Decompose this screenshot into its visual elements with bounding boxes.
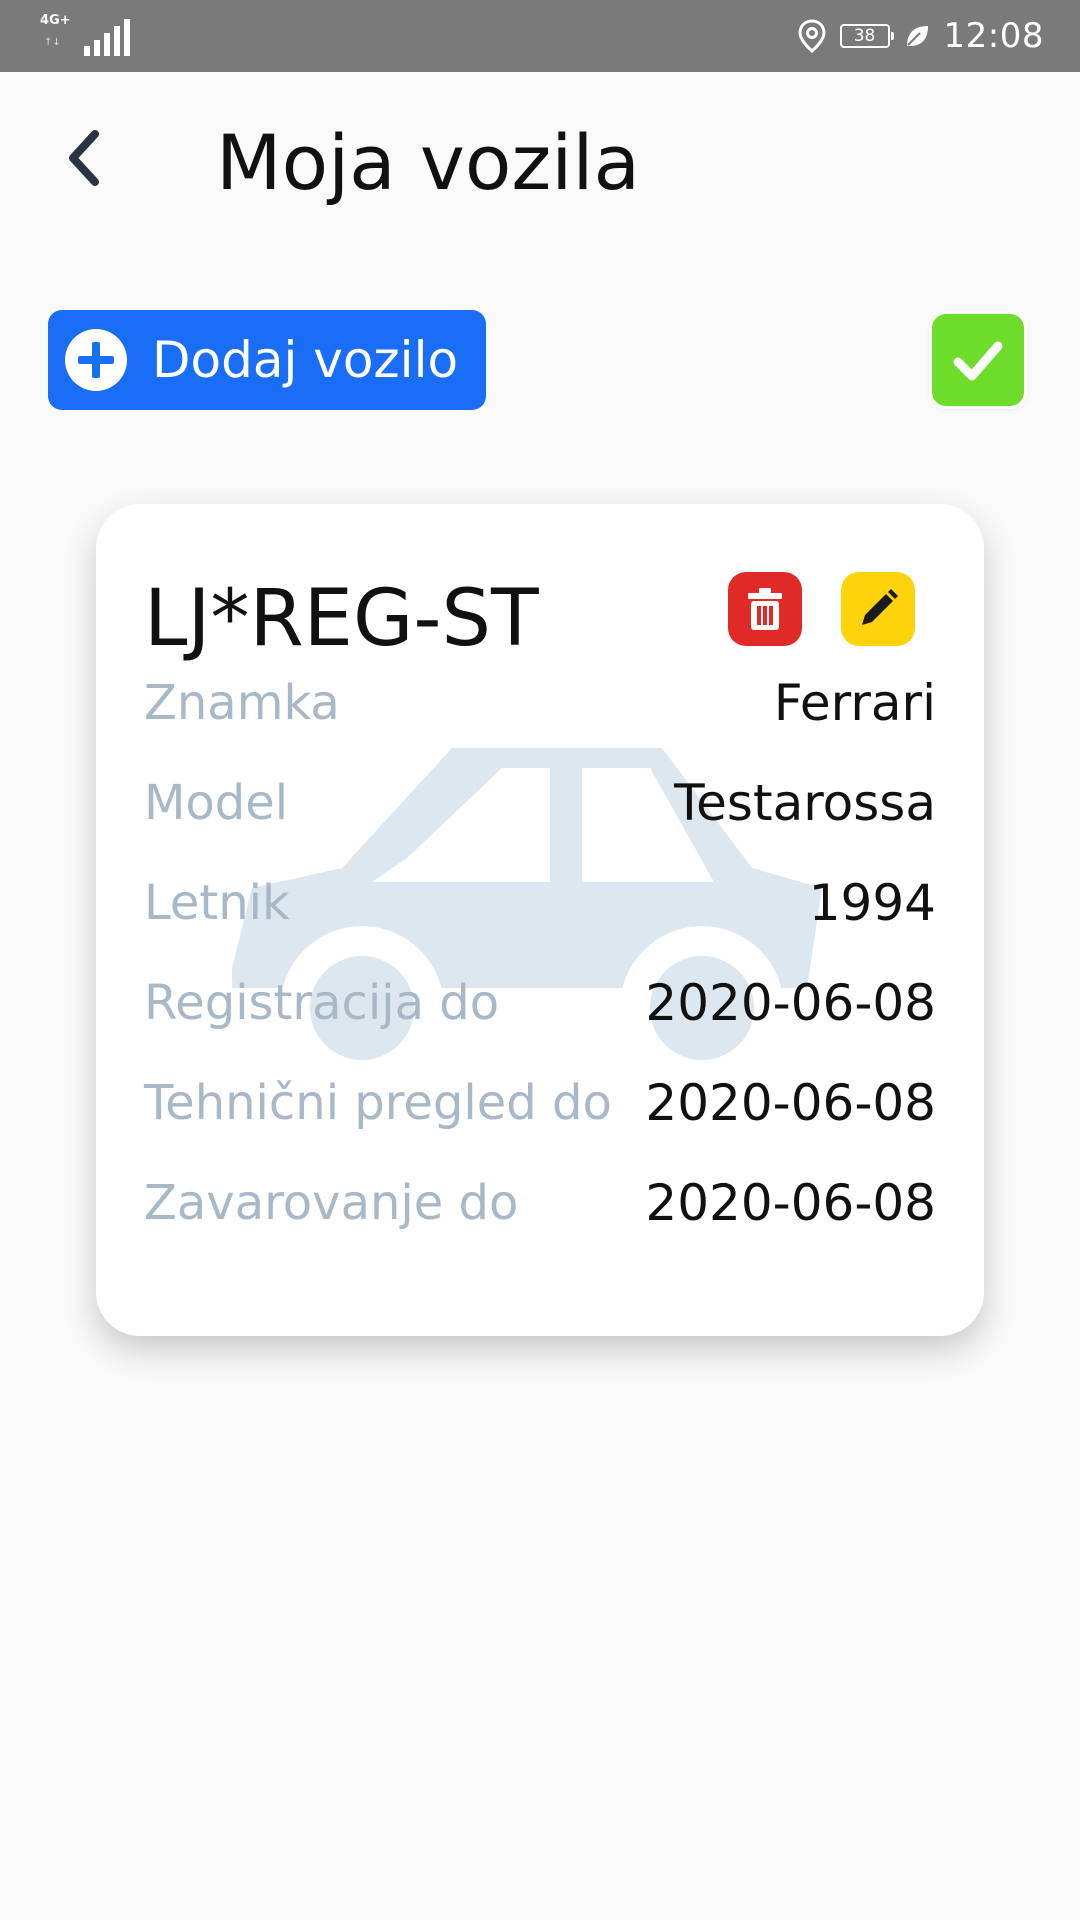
detail-row-registration: Registracija do 2020-06-08 <box>144 968 936 1038</box>
detail-row-insurance: Zavarovanje do 2020-06-08 <box>144 1168 936 1238</box>
detail-row-brand: Znamka Ferrari <box>144 668 936 738</box>
trash-icon <box>748 588 782 630</box>
network-type: 4G+ <box>40 13 71 28</box>
status-right: 38 12:08 <box>798 0 1044 72</box>
add-vehicle-button[interactable]: Dodaj vozilo <box>48 310 486 410</box>
leaf-icon <box>906 26 928 46</box>
vehicle-card[interactable]: LJ*REG-ST Znamka Ferrari Model Testaross… <box>96 504 984 1336</box>
detail-label: Znamka <box>144 675 340 731</box>
add-vehicle-label: Dodaj vozilo <box>152 331 459 389</box>
detail-value: 2020-06-08 <box>645 974 936 1032</box>
chevron-left-icon <box>69 130 99 186</box>
plus-circle-icon <box>65 329 127 391</box>
back-button[interactable] <box>50 118 120 198</box>
delete-vehicle-button[interactable] <box>728 572 802 646</box>
checkmark-icon <box>953 341 1003 381</box>
detail-label: Model <box>144 775 289 831</box>
detail-value: Ferrari <box>773 674 936 732</box>
network-activity-icon: ↑↓ <box>44 37 61 48</box>
detail-value: 1994 <box>808 874 936 932</box>
detail-value: Testarossa <box>674 774 936 832</box>
detail-value: 2020-06-08 <box>645 1174 936 1232</box>
license-plate: LJ*REG-ST <box>144 574 539 664</box>
battery-icon: 38 <box>839 24 894 48</box>
battery-level: 38 <box>853 25 876 46</box>
detail-row-year: Letnik 1994 <box>144 868 936 938</box>
detail-label: Zavarovanje do <box>144 1175 519 1231</box>
clock: 12:08 <box>943 16 1044 56</box>
status-bar: 4G+ ↑↓ 38 12:08 <box>0 0 1080 72</box>
location-icon <box>798 19 826 53</box>
edit-vehicle-button[interactable] <box>841 572 915 646</box>
page-title: Moja vozila <box>216 118 641 207</box>
signal-strength-icon <box>84 19 130 56</box>
detail-label: Registracija do <box>144 975 500 1031</box>
confirm-button[interactable] <box>932 314 1024 406</box>
detail-row-model: Model Testarossa <box>144 768 936 838</box>
detail-value: 2020-06-08 <box>645 1074 936 1132</box>
detail-label: Letnik <box>144 875 290 931</box>
pencil-icon <box>862 589 898 625</box>
detail-label: Tehnični pregled do <box>144 1075 612 1131</box>
detail-row-technical-inspection: Tehnični pregled do 2020-06-08 <box>144 1068 936 1138</box>
